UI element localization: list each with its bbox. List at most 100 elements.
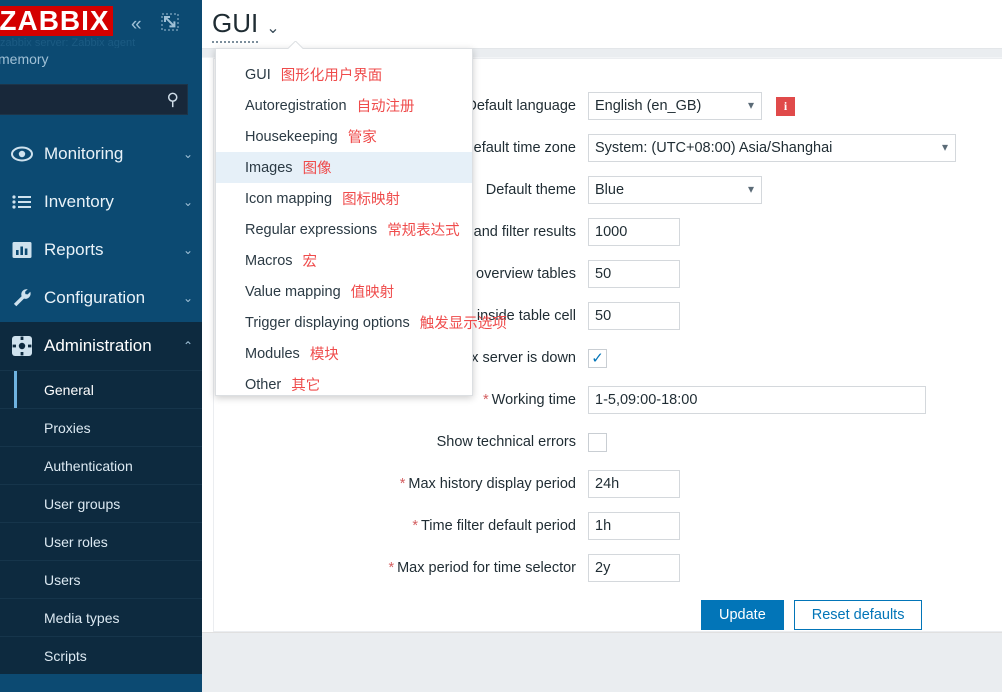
time-filter-default-period-input[interactable] [588,512,680,540]
show-technical-errors-checkbox[interactable] [588,432,607,452]
zabbix-admin-general-gui-page: ZABBIX « zabbix server: Zabbix agent mem… [0,0,1002,692]
field-label-text: Time filter default period [420,518,576,534]
sidebar-item-label: Configuration [44,288,146,307]
field-label-text: Working time [491,392,576,408]
sidebar-subitem-label: Users [44,571,81,588]
required-marker: * [388,560,395,576]
sidebar-item-proxies[interactable]: Proxies [0,408,202,446]
sidebar-nav: Monitoring ⌄ Inventory ⌄ Reports ⌄ Confi… [0,130,202,674]
list-icon [0,191,44,213]
form-row-show-technical-errors: Show technical errors [214,421,1002,463]
sidebar-item-media-types[interactable]: Media types [0,598,202,636]
menu-item-housekeeping[interactable]: Housekeeping 管家 [216,121,472,152]
menu-item-regular-expressions[interactable]: Regular expressions 常规表达式 [216,214,472,245]
sidebar-subitem-label: Proxies [44,419,91,436]
menu-item-annotation: 图标映射 [342,192,401,208]
menu-item-annotation: 触发显示选项 [419,316,507,332]
form-row-time-filter-default-period: * Time filter default period [214,505,1002,547]
menu-item-annotation: 图形化用户界面 [280,68,383,84]
gui-section-dropdown-menu: GUI 图形化用户界面 Autoregistration 自动注册 Housek… [215,48,507,396]
required-marker: * [399,476,406,492]
sidebar-item-inventory[interactable]: Inventory ⌄ [0,178,202,226]
menu-item-label: Images [245,159,293,176]
update-button[interactable]: Update [701,600,784,630]
info-icon[interactable]: i [776,96,795,116]
page-header: GUI ⌄ [202,0,1002,48]
sidebar-subitem-label: User roles [44,533,108,550]
page-title: GUI [212,8,259,43]
chevron-down-icon: ⌄ [266,20,280,37]
menu-item-icon-mapping[interactable]: Icon mapping 图标映射 [216,183,472,214]
sidebar-item-administration[interactable]: Administration ⌃ [0,322,202,370]
menu-item-label: Other [245,376,282,393]
menu-item-annotation: 宏 [302,254,318,270]
limit-search-results-input[interactable] [588,218,680,246]
sidebar-item-configuration[interactable]: Configuration ⌄ [0,274,202,322]
menu-item-label: Trigger displaying options [245,314,410,331]
menu-item-label: Autoregistration [245,97,347,114]
menu-item-annotation: 常规表达式 [387,223,460,239]
search-input[interactable] [0,85,155,114]
menu-item-annotation: 模块 [309,347,339,363]
menu-item-modules[interactable]: Modules 模块 [216,338,472,369]
reset-defaults-button[interactable]: Reset defaults [793,600,923,630]
default-time-zone-select[interactable]: System: (UTC+08:00) Asia/Shanghai [588,134,956,162]
sidebar-item-user-roles[interactable]: User roles [0,522,202,560]
sidebar-item-general[interactable]: General [0,370,202,409]
sidebar-subitem-label: Media types [44,609,120,626]
menu-item-autoregistration[interactable]: Autoregistration 自动注册 [216,90,472,121]
default-language-select[interactable]: English (en_GB) [588,92,762,120]
sidebar-subitem-label: General [44,381,94,398]
menu-item-images[interactable]: Images 图像 [216,152,472,183]
search-icon[interactable]: ⚲ [167,89,179,110]
search-box[interactable]: ⚲ [0,84,188,115]
sidebar-item-monitoring[interactable]: Monitoring ⌄ [0,130,202,178]
gear-icon [0,335,44,357]
field-label: * Time filter default period [214,518,588,534]
default-theme-select[interactable]: Blue [588,176,762,204]
menu-item-macros[interactable]: Macros 宏 [216,245,472,276]
chevron-up-icon: ⌃ [182,339,194,353]
chevron-down-icon: ⌄ [182,147,194,161]
sidebar-subitem-label: Scripts [44,647,87,664]
menu-item-trigger-displaying-options[interactable]: Trigger displaying options 触发显示选项 [216,307,507,338]
server-down-warning-checkbox[interactable]: ✓ [588,348,607,368]
page-title-dropdown[interactable]: GUI ⌄ [212,8,280,43]
sidebar-item-scripts[interactable]: Scripts [0,636,202,674]
zabbix-logo[interactable]: ZABBIX [0,6,113,36]
wrench-icon [0,287,44,309]
menu-item-value-mapping[interactable]: Value mapping 值映射 [216,276,472,307]
menu-item-other[interactable]: Other 其它 [216,369,472,400]
sidebar-subitem-label: User groups [44,495,121,512]
menu-item-label: Value mapping [245,283,341,300]
sidebar-item-authentication[interactable]: Authentication [0,446,202,484]
required-marker: * [412,518,418,534]
sidebar: ZABBIX « zabbix server: Zabbix agent mem… [0,0,202,692]
field-label: Show technical errors [436,434,576,450]
menu-item-label: Macros [245,252,293,269]
chevrons-left-icon[interactable]: « [131,13,142,37]
overview-tables-limit-input[interactable] [588,260,680,288]
server-status-faint-text: zabbix server: Zabbix agent [0,38,136,48]
menu-item-gui[interactable]: GUI 图形化用户界面 [216,59,472,90]
sidebar-subnav-administration: General Proxies Authentication User grou… [0,370,202,674]
sidebar-item-reports[interactable]: Reports ⌄ [0,226,202,274]
sidebar-item-label: Administration [44,336,152,355]
server-status-text: memory [0,51,49,67]
field-label-text: Max history display period [408,476,576,492]
menu-item-label: Housekeeping [245,128,338,145]
chevron-down-icon: ⌄ [182,291,194,305]
chevron-down-icon: ⌄ [182,243,194,257]
sidebar-item-label: Inventory [44,192,114,211]
working-time-input[interactable] [588,386,926,414]
sidebar-item-user-groups[interactable]: User groups [0,484,202,522]
menu-item-annotation: 其它 [291,378,321,394]
menu-item-label: Regular expressions [245,221,378,238]
sidebar-item-users[interactable]: Users [0,560,202,598]
max-history-display-period-input[interactable] [588,470,680,498]
form-row-max-period-time-selector: * Max period for time selector [214,547,1002,589]
table-cell-limit-input[interactable] [588,302,680,330]
chevron-down-icon: ⌄ [182,195,194,209]
compact-view-icon[interactable] [161,13,183,35]
max-period-time-selector-input[interactable] [588,554,680,582]
